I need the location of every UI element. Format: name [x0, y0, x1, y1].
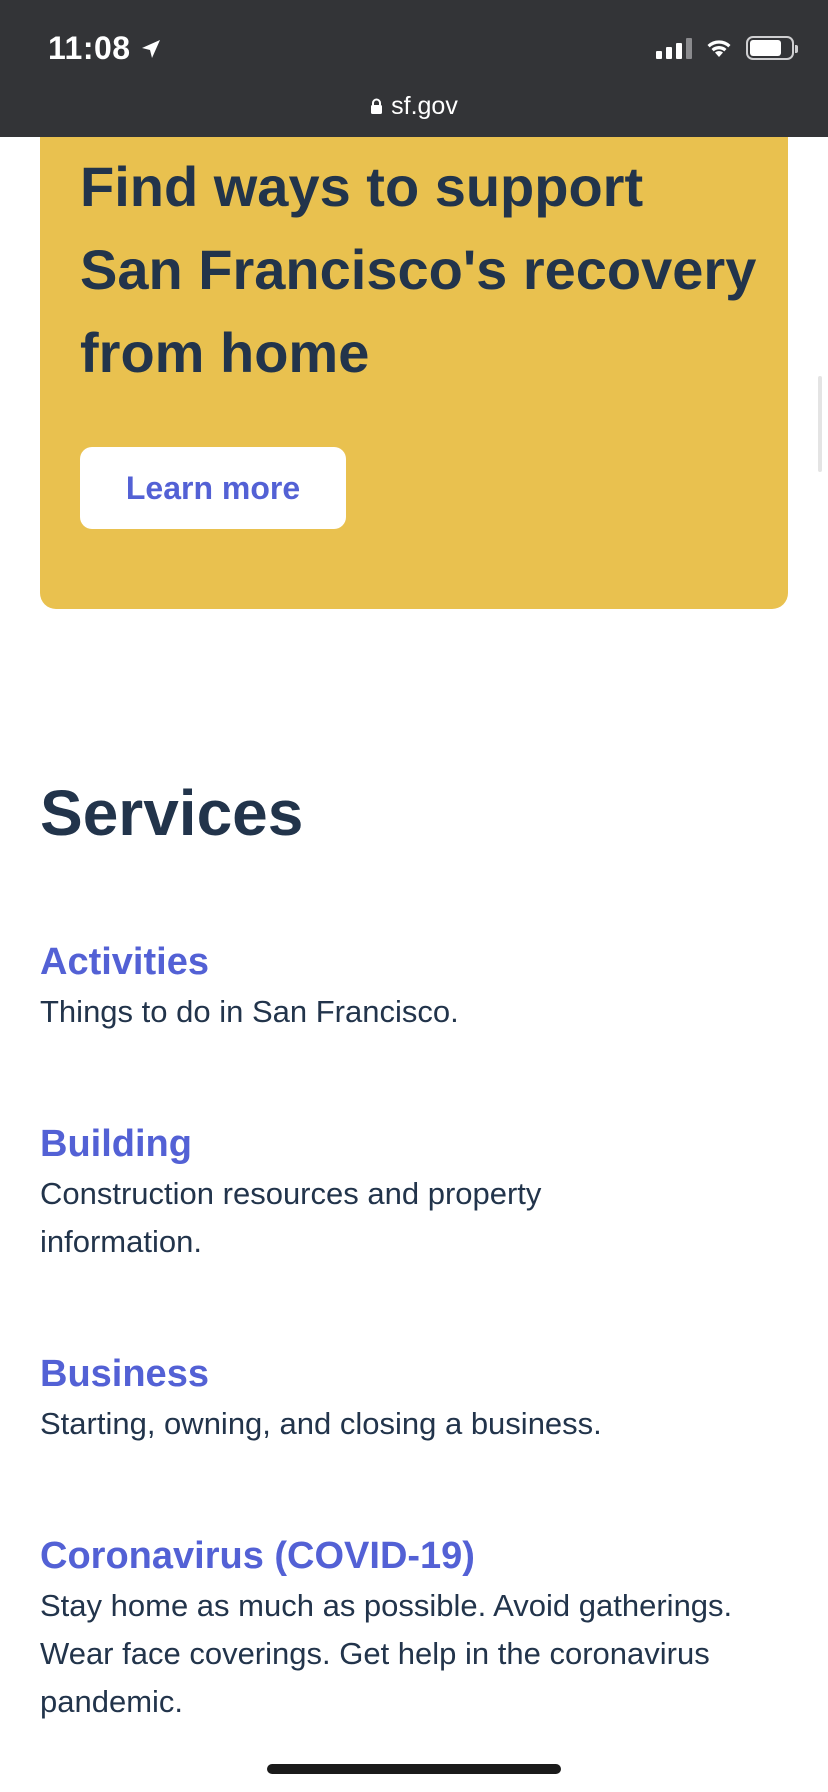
status-icons	[656, 36, 798, 60]
hero-title: Find ways to support San Francisco's rec…	[80, 155, 757, 384]
service-link-coronavirus[interactable]: Coronavirus (COVID-19)	[40, 1534, 780, 1578]
location-arrow-icon	[141, 39, 160, 58]
battery-icon	[746, 36, 798, 60]
service-description: Things to do in San Francisco.	[40, 994, 459, 1029]
service-item-coronavirus: Coronavirus (COVID-19) Stay home as much…	[40, 1534, 780, 1726]
url-text: sf.gov	[391, 92, 458, 120]
service-description: Starting, owning, and closing a business…	[40, 1406, 602, 1441]
scrollbar[interactable]	[818, 376, 822, 472]
time-label: 11:08	[48, 30, 131, 66]
service-link-activities[interactable]: Activities	[40, 940, 780, 984]
wifi-icon	[707, 40, 731, 57]
hero-banner: Find ways to support San Francisco's rec…	[40, 137, 788, 609]
learn-more-button[interactable]: Learn more	[80, 447, 346, 529]
url-bar[interactable]: sf.gov	[0, 92, 828, 121]
cellular-signal-icon	[656, 37, 692, 59]
status-bar: 11:08 sf.gov	[0, 0, 828, 137]
service-description: Stay home as much as possible. Avoid gat…	[40, 1588, 733, 1719]
service-item-business: Business Starting, owning, and closing a…	[40, 1352, 780, 1448]
service-link-building[interactable]: Building	[40, 1122, 780, 1166]
service-description: Construction resources and property info…	[40, 1176, 542, 1259]
services-heading: Services	[40, 777, 304, 849]
home-indicator[interactable]	[267, 1764, 561, 1774]
service-item-activities: Activities Things to do in San Francisco…	[40, 940, 780, 1036]
lock-icon	[371, 98, 383, 114]
service-item-building: Building Construction resources and prop…	[40, 1122, 780, 1266]
status-time: 11:08	[48, 30, 163, 67]
service-link-business[interactable]: Business	[40, 1352, 780, 1396]
